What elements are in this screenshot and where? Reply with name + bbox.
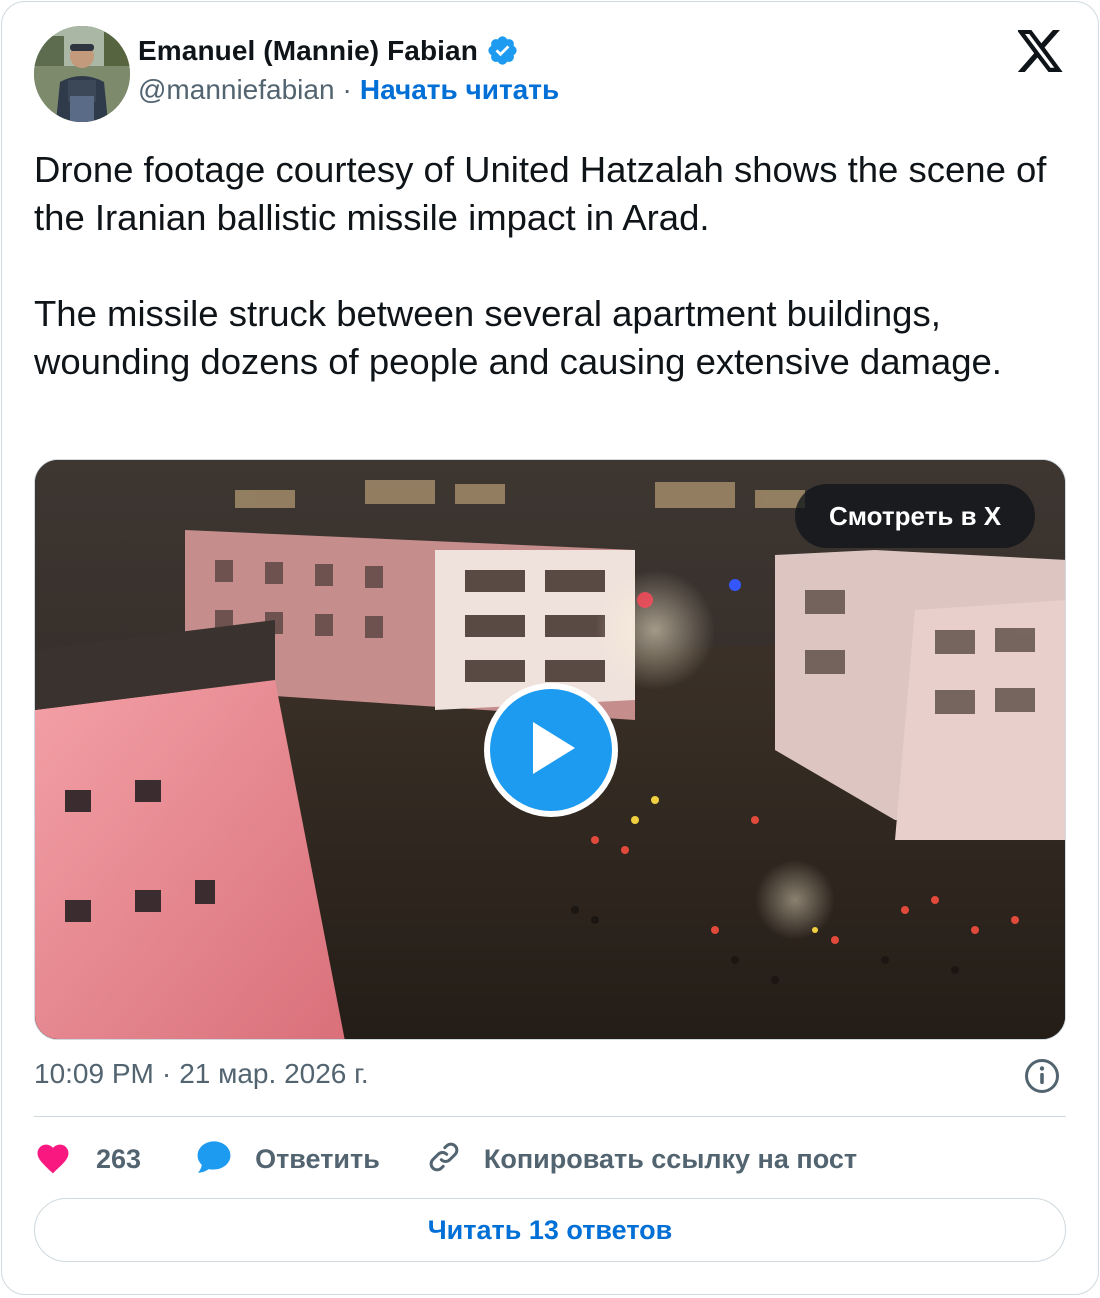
reply-bubble-icon <box>195 1139 233 1180</box>
post-time: 10:09 PM <box>34 1058 154 1089</box>
play-icon <box>523 718 579 783</box>
tweet-paragraph-1: Drone footage courtesy of United Hatzala… <box>34 149 1047 238</box>
post-date: 21 мар. 2026 г. <box>179 1058 369 1089</box>
divider <box>34 1116 1066 1117</box>
heart-icon <box>34 1140 72 1179</box>
action-bar: 263 Ответить Копировать ссылку на пост <box>34 1136 857 1182</box>
tweet-text: Drone footage courtesy of United Hatzala… <box>34 146 1054 386</box>
avatar[interactable] <box>34 26 130 122</box>
watch-on-x-button[interactable]: Смотреть в X <box>795 484 1036 548</box>
like-button[interactable]: 263 <box>34 1140 141 1179</box>
handle-separator: · <box>342 74 352 105</box>
tweet-paragraph-2: The missile struck between several apart… <box>34 293 1002 382</box>
handle-row: @manniefabian · Начать читать <box>138 74 559 106</box>
read-replies-button[interactable]: Читать 13 ответов <box>34 1198 1066 1262</box>
play-button[interactable] <box>484 683 618 817</box>
author-handle[interactable]: @manniefabian <box>138 74 335 106</box>
reply-label: Ответить <box>255 1143 380 1174</box>
reply-button[interactable]: Ответить <box>195 1139 380 1180</box>
info-icon[interactable] <box>1024 1058 1060 1094</box>
follow-link[interactable]: Начать читать <box>360 74 559 106</box>
link-icon <box>426 1139 462 1180</box>
timestamp-separator: · <box>161 1058 172 1089</box>
copy-link-button[interactable]: Копировать ссылку на пост <box>426 1139 857 1180</box>
author-name[interactable]: Emanuel (Mannie) Fabian <box>138 35 478 67</box>
verified-badge-icon <box>486 34 519 67</box>
timestamp[interactable]: 10:09 PM · 21 мар. 2026 г. <box>34 1058 369 1090</box>
copy-link-label: Копировать ссылку на пост <box>483 1143 858 1174</box>
x-logo-icon[interactable] <box>1016 30 1064 72</box>
author-row: Emanuel (Mannie) Fabian <box>138 34 519 67</box>
like-count: 263 <box>96 1143 142 1174</box>
